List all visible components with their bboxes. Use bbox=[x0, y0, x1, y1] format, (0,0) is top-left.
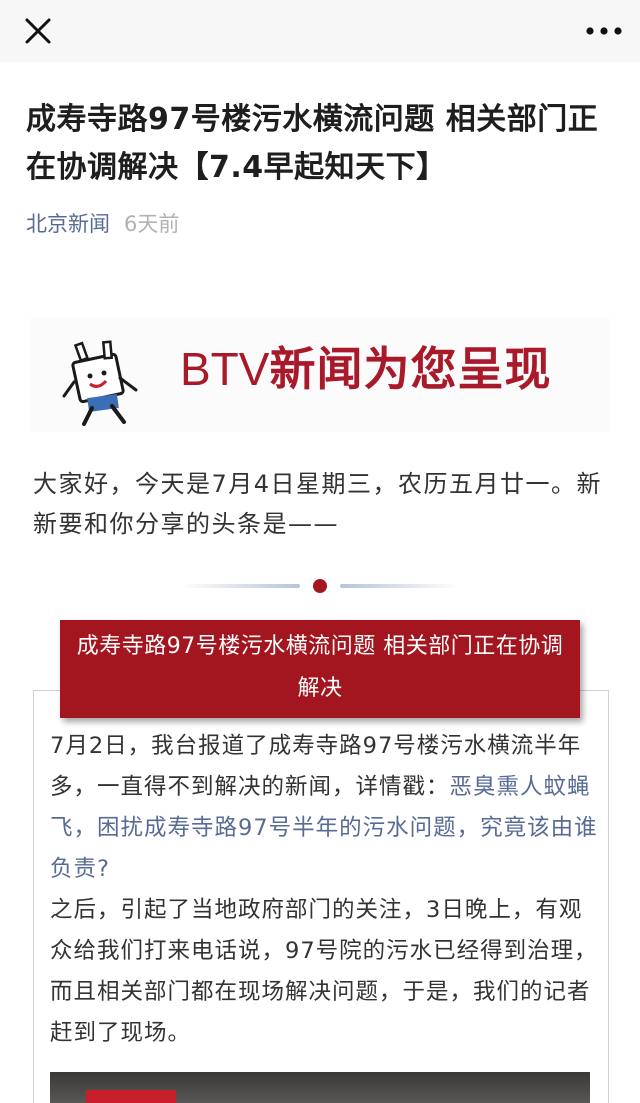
more-dots-icon bbox=[586, 27, 622, 35]
close-button[interactable] bbox=[18, 14, 58, 50]
close-icon bbox=[25, 18, 51, 44]
divider-dot bbox=[313, 579, 327, 593]
article-meta: 北京新闻 6天前 bbox=[26, 208, 179, 240]
account-name-link[interactable]: 北京新闻 bbox=[26, 212, 110, 236]
banner-caption: 新闻为您呈现 bbox=[269, 342, 552, 396]
more-options-button[interactable] bbox=[582, 14, 626, 48]
publish-time: 6天前 bbox=[124, 212, 180, 236]
banner-slogan: BTV新闻为您呈现 bbox=[180, 334, 551, 404]
btv-banner-image: BTV新闻为您呈现 bbox=[30, 318, 610, 432]
section-body: 7月2日，我台报道了成寿寺路97号楼污水横流半年多，一直得不到解决的新闻，详情戳… bbox=[50, 726, 598, 1054]
section-headline-text: 成寿寺路97号楼污水横流问题 相关部门正在协调解决 bbox=[76, 634, 564, 701]
body-paragraph-2: 之后，引起了当地政府部门的关注，3日晚上，有观众给我们打来电话说，97号院的污水… bbox=[50, 897, 598, 1046]
top-bar bbox=[0, 0, 640, 62]
btv-logo-text: BTV bbox=[180, 343, 270, 395]
article-title: 成寿寺路97号楼污水横流问题 相关部门正在协调解决【7.4早起知天下】 bbox=[26, 102, 599, 185]
divider-line-right bbox=[340, 584, 460, 588]
intro-paragraph: 大家好，今天是7月4日星期三，农历五月廿一。新新要和你分享的头条是—— bbox=[33, 470, 603, 538]
mascot-icon bbox=[62, 340, 138, 426]
news-video-thumbnail[interactable] bbox=[50, 1072, 590, 1103]
section-headline: 成寿寺路97号楼污水横流问题 相关部门正在协调解决 bbox=[60, 620, 580, 718]
channel-logo bbox=[86, 1090, 176, 1103]
section-divider bbox=[180, 574, 460, 598]
divider-line-left bbox=[180, 584, 300, 588]
